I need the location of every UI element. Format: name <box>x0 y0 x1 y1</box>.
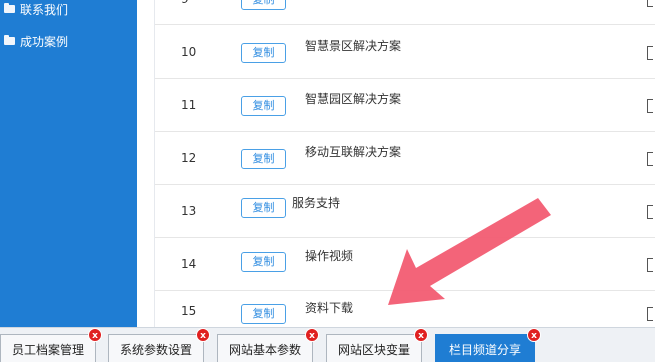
row-number: 11 <box>181 98 197 112</box>
sidebar-item-label: 联系我们 <box>20 2 69 17</box>
row-title: 智慧景区解决方案 <box>305 39 402 53</box>
row-action-edge[interactable] <box>647 0 653 7</box>
tab-site-params[interactable]: 网站基本参数 x <box>217 328 319 362</box>
tab-channel-share[interactable]: 栏目频道分享 x <box>435 328 541 362</box>
bottom-tab-bar: 员工档案管理 x 系统参数设置 x 网站基本参数 x 网站区块变量 x 栏目频道… <box>0 327 655 362</box>
close-icon[interactable]: x <box>196 328 210 342</box>
row-action-edge[interactable] <box>647 152 653 166</box>
folder-icon <box>4 3 15 13</box>
close-icon[interactable]: x <box>305 328 319 342</box>
table-row: 10 复制 智慧景区解决方案 <box>155 26 655 79</box>
content-gutter <box>137 0 155 327</box>
app-window: 联系我们 成功案例 9 复制 10 复制 智慧景区解决方案 11 复制 智慧园区… <box>0 0 655 362</box>
sidebar-item-cases[interactable]: 成功案例 <box>4 31 68 51</box>
tab-label: 员工档案管理 <box>11 342 84 357</box>
copy-button[interactable]: 复制 <box>241 43 286 63</box>
copy-button[interactable]: 复制 <box>241 304 286 324</box>
tab-label: 网站区块变量 <box>337 342 410 357</box>
sidebar: 联系我们 成功案例 <box>0 0 137 327</box>
close-icon[interactable]: x <box>527 328 541 342</box>
row-title: 移动互联解决方案 <box>305 145 402 159</box>
folder-icon <box>4 35 15 45</box>
close-icon[interactable]: x <box>414 328 428 342</box>
tab-employee-records[interactable]: 员工档案管理 x <box>0 328 102 362</box>
sidebar-item-contact[interactable]: 联系我们 <box>4 0 68 19</box>
tab-label: 栏目频道分享 <box>448 342 521 357</box>
tab-label: 系统参数设置 <box>119 342 192 357</box>
copy-button[interactable]: 复制 <box>241 0 286 10</box>
tab-site-block-vars[interactable]: 网站区块变量 x <box>326 328 428 362</box>
row-number: 14 <box>181 257 197 271</box>
sidebar-item-label: 成功案例 <box>20 34 69 49</box>
tab-system-settings[interactable]: 系统参数设置 x <box>108 328 210 362</box>
row-title: 操作视频 <box>305 249 354 263</box>
row-number: 9 <box>181 0 189 6</box>
row-action-edge[interactable] <box>647 46 653 60</box>
row-number: 13 <box>181 204 197 218</box>
tab-label: 网站基本参数 <box>228 342 301 357</box>
row-action-edge[interactable] <box>647 99 653 113</box>
row-action-edge[interactable] <box>647 205 653 219</box>
table-row: 14 复制 操作视频 <box>155 238 655 291</box>
row-action-edge[interactable] <box>647 258 653 272</box>
row-title: 资料下载 <box>305 301 354 315</box>
table-row: 12 复制 移动互联解决方案 <box>155 132 655 185</box>
row-action-edge[interactable] <box>647 307 653 321</box>
close-icon[interactable]: x <box>88 328 102 342</box>
copy-button[interactable]: 复制 <box>241 198 286 218</box>
copy-button[interactable]: 复制 <box>241 96 286 116</box>
row-title: 服务支持 <box>292 196 341 210</box>
data-table: 9 复制 10 复制 智慧景区解决方案 11 复制 智慧园区解决方案 12 复制… <box>155 0 655 327</box>
table-row: 9 复制 <box>155 0 655 25</box>
table-row: 11 复制 智慧园区解决方案 <box>155 79 655 132</box>
table-row: 13 复制 服务支持 <box>155 185 655 238</box>
copy-button[interactable]: 复制 <box>241 149 286 169</box>
copy-button[interactable]: 复制 <box>241 252 286 272</box>
row-title: 智慧园区解决方案 <box>305 92 402 106</box>
row-number: 10 <box>181 45 197 59</box>
row-number: 12 <box>181 151 197 165</box>
row-number: 15 <box>181 304 197 318</box>
